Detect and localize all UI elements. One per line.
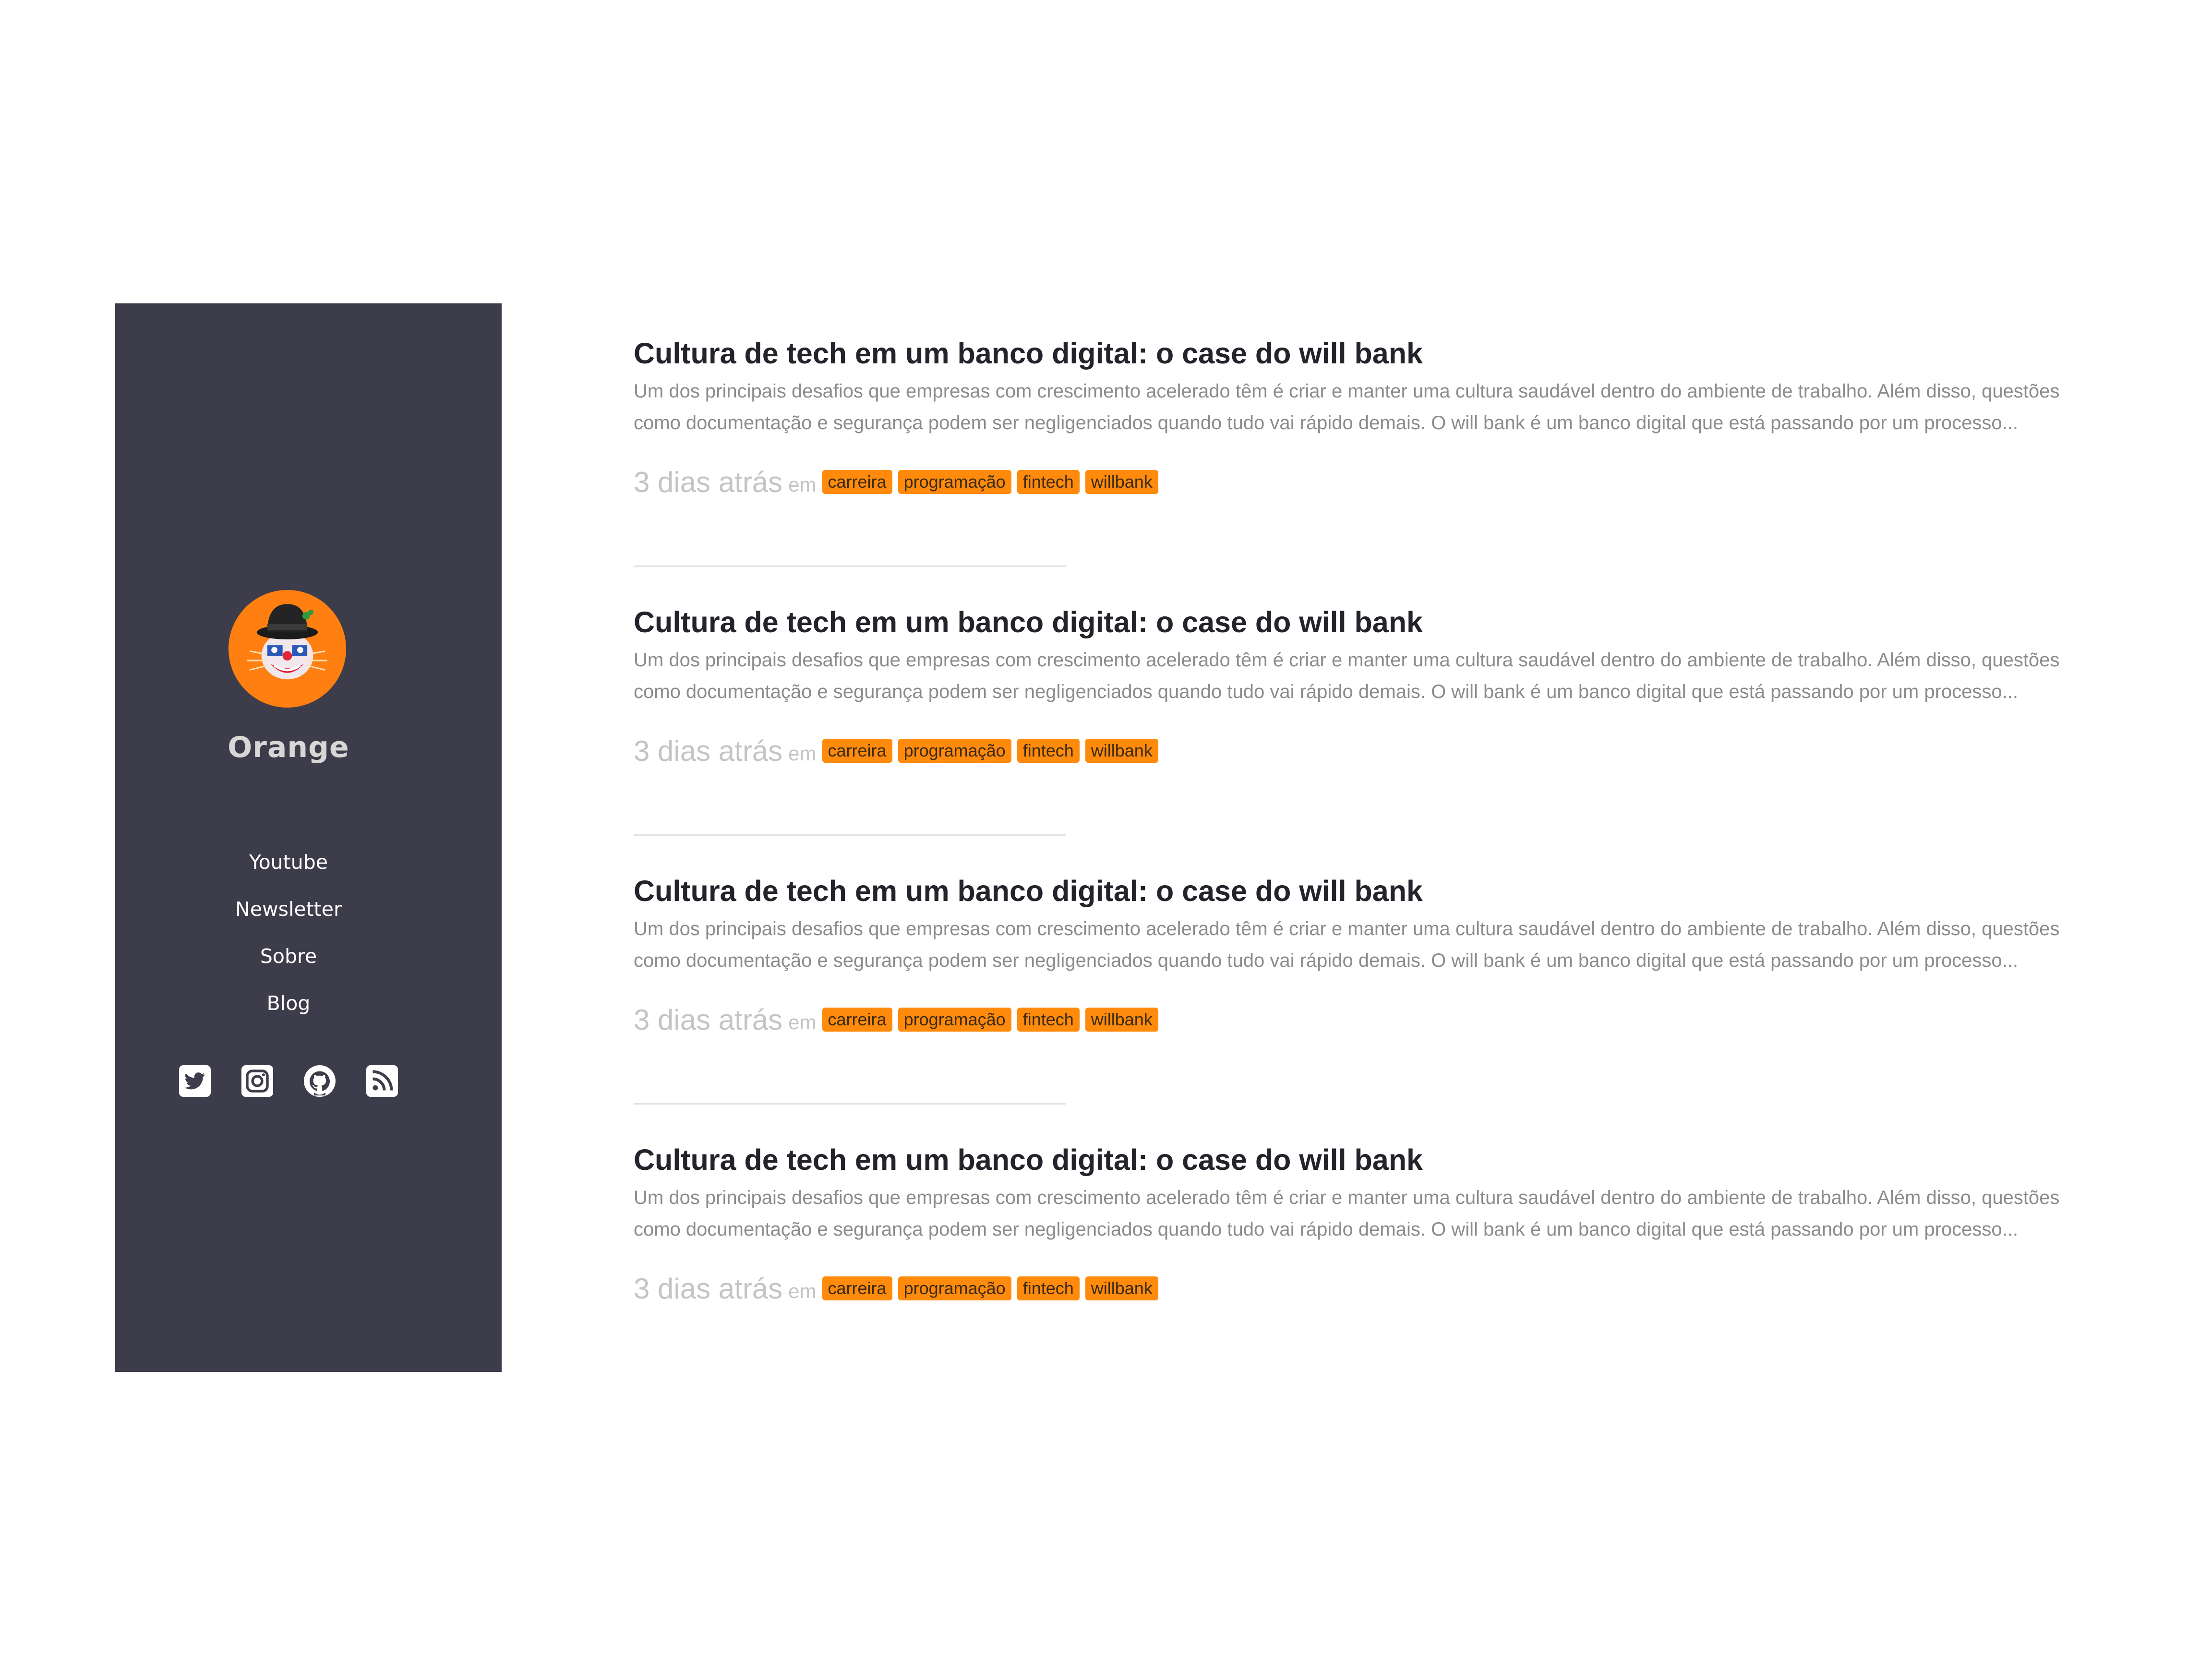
sidebar: Orange Youtube Newsletter Sobre Blog — [115, 303, 502, 1372]
post-meta: 3 dias atrás em carreira programação fin… — [634, 734, 2103, 768]
tag-willbank[interactable]: willbank — [1085, 1008, 1158, 1032]
post-excerpt: Um dos principais desafios que empresas … — [634, 1187, 2060, 1240]
post-item: Cultura de tech em um banco digital: o c… — [634, 1138, 2103, 1407]
tag-carreira[interactable]: carreira — [822, 739, 892, 763]
post-meta: 3 dias atrás em carreira programação fin… — [634, 1003, 2103, 1036]
post-date: 3 dias atrás — [634, 466, 783, 498]
post-date: 3 dias atrás — [634, 1272, 783, 1305]
tag-carreira[interactable]: carreira — [822, 470, 892, 494]
post-excerpt: Um dos principais desafios que empresas … — [634, 918, 2060, 971]
post-divider — [634, 1103, 1066, 1105]
tag-carreira[interactable]: carreira — [822, 1276, 892, 1300]
post-date: 3 dias atrás — [634, 734, 783, 767]
tag-programacao[interactable]: programação — [898, 1276, 1011, 1300]
tag-willbank[interactable]: willbank — [1085, 470, 1158, 494]
post-excerpt: Um dos principais desafios que empresas … — [634, 649, 2060, 702]
post-item: Cultura de tech em um banco digital: o c… — [634, 600, 2103, 869]
post-in-label: em — [788, 742, 817, 765]
tag-programacao[interactable]: programação — [898, 739, 1011, 763]
nav-item-sobre[interactable]: Sobre — [115, 933, 462, 980]
tag-programacao[interactable]: programação — [898, 470, 1011, 494]
nav-item-newsletter[interactable]: Newsletter — [115, 886, 462, 933]
avatar[interactable] — [228, 590, 346, 708]
post-title[interactable]: Cultura de tech em um banco digital: o c… — [634, 600, 2103, 644]
tag-fintech[interactable]: fintech — [1017, 1276, 1080, 1300]
tag-fintech[interactable]: fintech — [1017, 739, 1080, 763]
tag-carreira[interactable]: carreira — [822, 1008, 892, 1032]
twitter-icon[interactable] — [178, 1064, 212, 1098]
sidebar-nav: Youtube Newsletter Sobre Blog — [115, 839, 462, 1027]
tag-fintech[interactable]: fintech — [1017, 1008, 1080, 1032]
tag-willbank[interactable]: willbank — [1085, 1276, 1158, 1300]
profile-name: Orange — [228, 731, 349, 764]
clown-avatar-icon — [228, 590, 346, 708]
social-links — [115, 1062, 462, 1100]
post-in-label: em — [788, 1280, 817, 1302]
post-in-label: em — [788, 1011, 817, 1034]
post-divider — [634, 834, 1066, 836]
post-item: Cultura de tech em um banco digital: o c… — [634, 869, 2103, 1138]
rss-icon[interactable] — [365, 1064, 399, 1098]
post-meta: 3 dias atrás em carreira programação fin… — [634, 465, 2103, 499]
tag-programacao[interactable]: programação — [898, 1008, 1011, 1032]
post-title[interactable]: Cultura de tech em um banco digital: o c… — [634, 331, 2103, 375]
instagram-icon[interactable] — [240, 1064, 275, 1098]
post-excerpt: Um dos principais desafios que empresas … — [634, 381, 2060, 433]
post-title[interactable]: Cultura de tech em um banco digital: o c… — [634, 1138, 2103, 1182]
nav-item-youtube[interactable]: Youtube — [115, 839, 462, 886]
post-date: 3 dias atrás — [634, 1003, 783, 1036]
post-item: Cultura de tech em um banco digital: o c… — [634, 331, 2103, 600]
tag-fintech[interactable]: fintech — [1017, 470, 1080, 494]
post-list: Cultura de tech em um banco digital: o c… — [634, 331, 2103, 1407]
nav-item-blog[interactable]: Blog — [115, 980, 462, 1027]
post-title[interactable]: Cultura de tech em um banco digital: o c… — [634, 869, 2103, 913]
post-divider — [634, 565, 1066, 567]
post-meta: 3 dias atrás em carreira programação fin… — [634, 1272, 2103, 1305]
post-in-label: em — [788, 473, 817, 496]
github-icon[interactable] — [302, 1064, 337, 1098]
tag-willbank[interactable]: willbank — [1085, 739, 1158, 763]
